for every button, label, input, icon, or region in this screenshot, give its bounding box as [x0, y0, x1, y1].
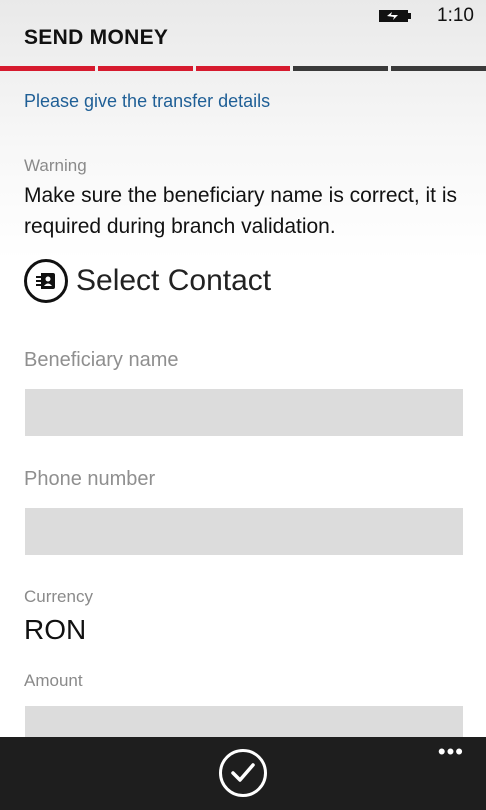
amount-field[interactable]: [25, 706, 463, 739]
beneficiary-name-label: Beneficiary name: [24, 349, 179, 371]
battery-charging-icon: [379, 10, 411, 22]
confirm-button[interactable]: [219, 749, 267, 797]
progress-step-3: [195, 66, 291, 71]
page-title: SEND MONEY: [24, 26, 169, 49]
contact-card-icon: [24, 259, 68, 303]
phone-number-label: Phone number: [24, 468, 156, 490]
step-progress-bar: [0, 66, 486, 71]
warning-text: Make sure the beneficiary name is correc…: [24, 184, 458, 238]
select-contact-label: Select Contact: [76, 264, 272, 297]
progress-step-5: [391, 66, 486, 71]
beneficiary-name-field[interactable]: [25, 389, 463, 436]
progress-step-2: [97, 66, 193, 71]
checkmark-icon: [231, 763, 255, 782]
page-subtitle: Please give the transfer details: [24, 91, 271, 111]
app-bar: •••: [0, 737, 486, 810]
select-contact-button[interactable]: Select Contact: [24, 256, 271, 306]
currency-label: Currency: [24, 587, 93, 606]
amount-label: Amount: [24, 671, 83, 690]
clock: 1:10: [437, 5, 474, 26]
progress-step-4: [293, 66, 389, 71]
phone-number-field[interactable]: [25, 508, 463, 555]
currency-value[interactable]: RON: [24, 614, 86, 646]
progress-step-1: [0, 66, 95, 71]
more-options-button[interactable]: •••: [438, 739, 464, 765]
warning-label: Warning: [24, 156, 87, 175]
